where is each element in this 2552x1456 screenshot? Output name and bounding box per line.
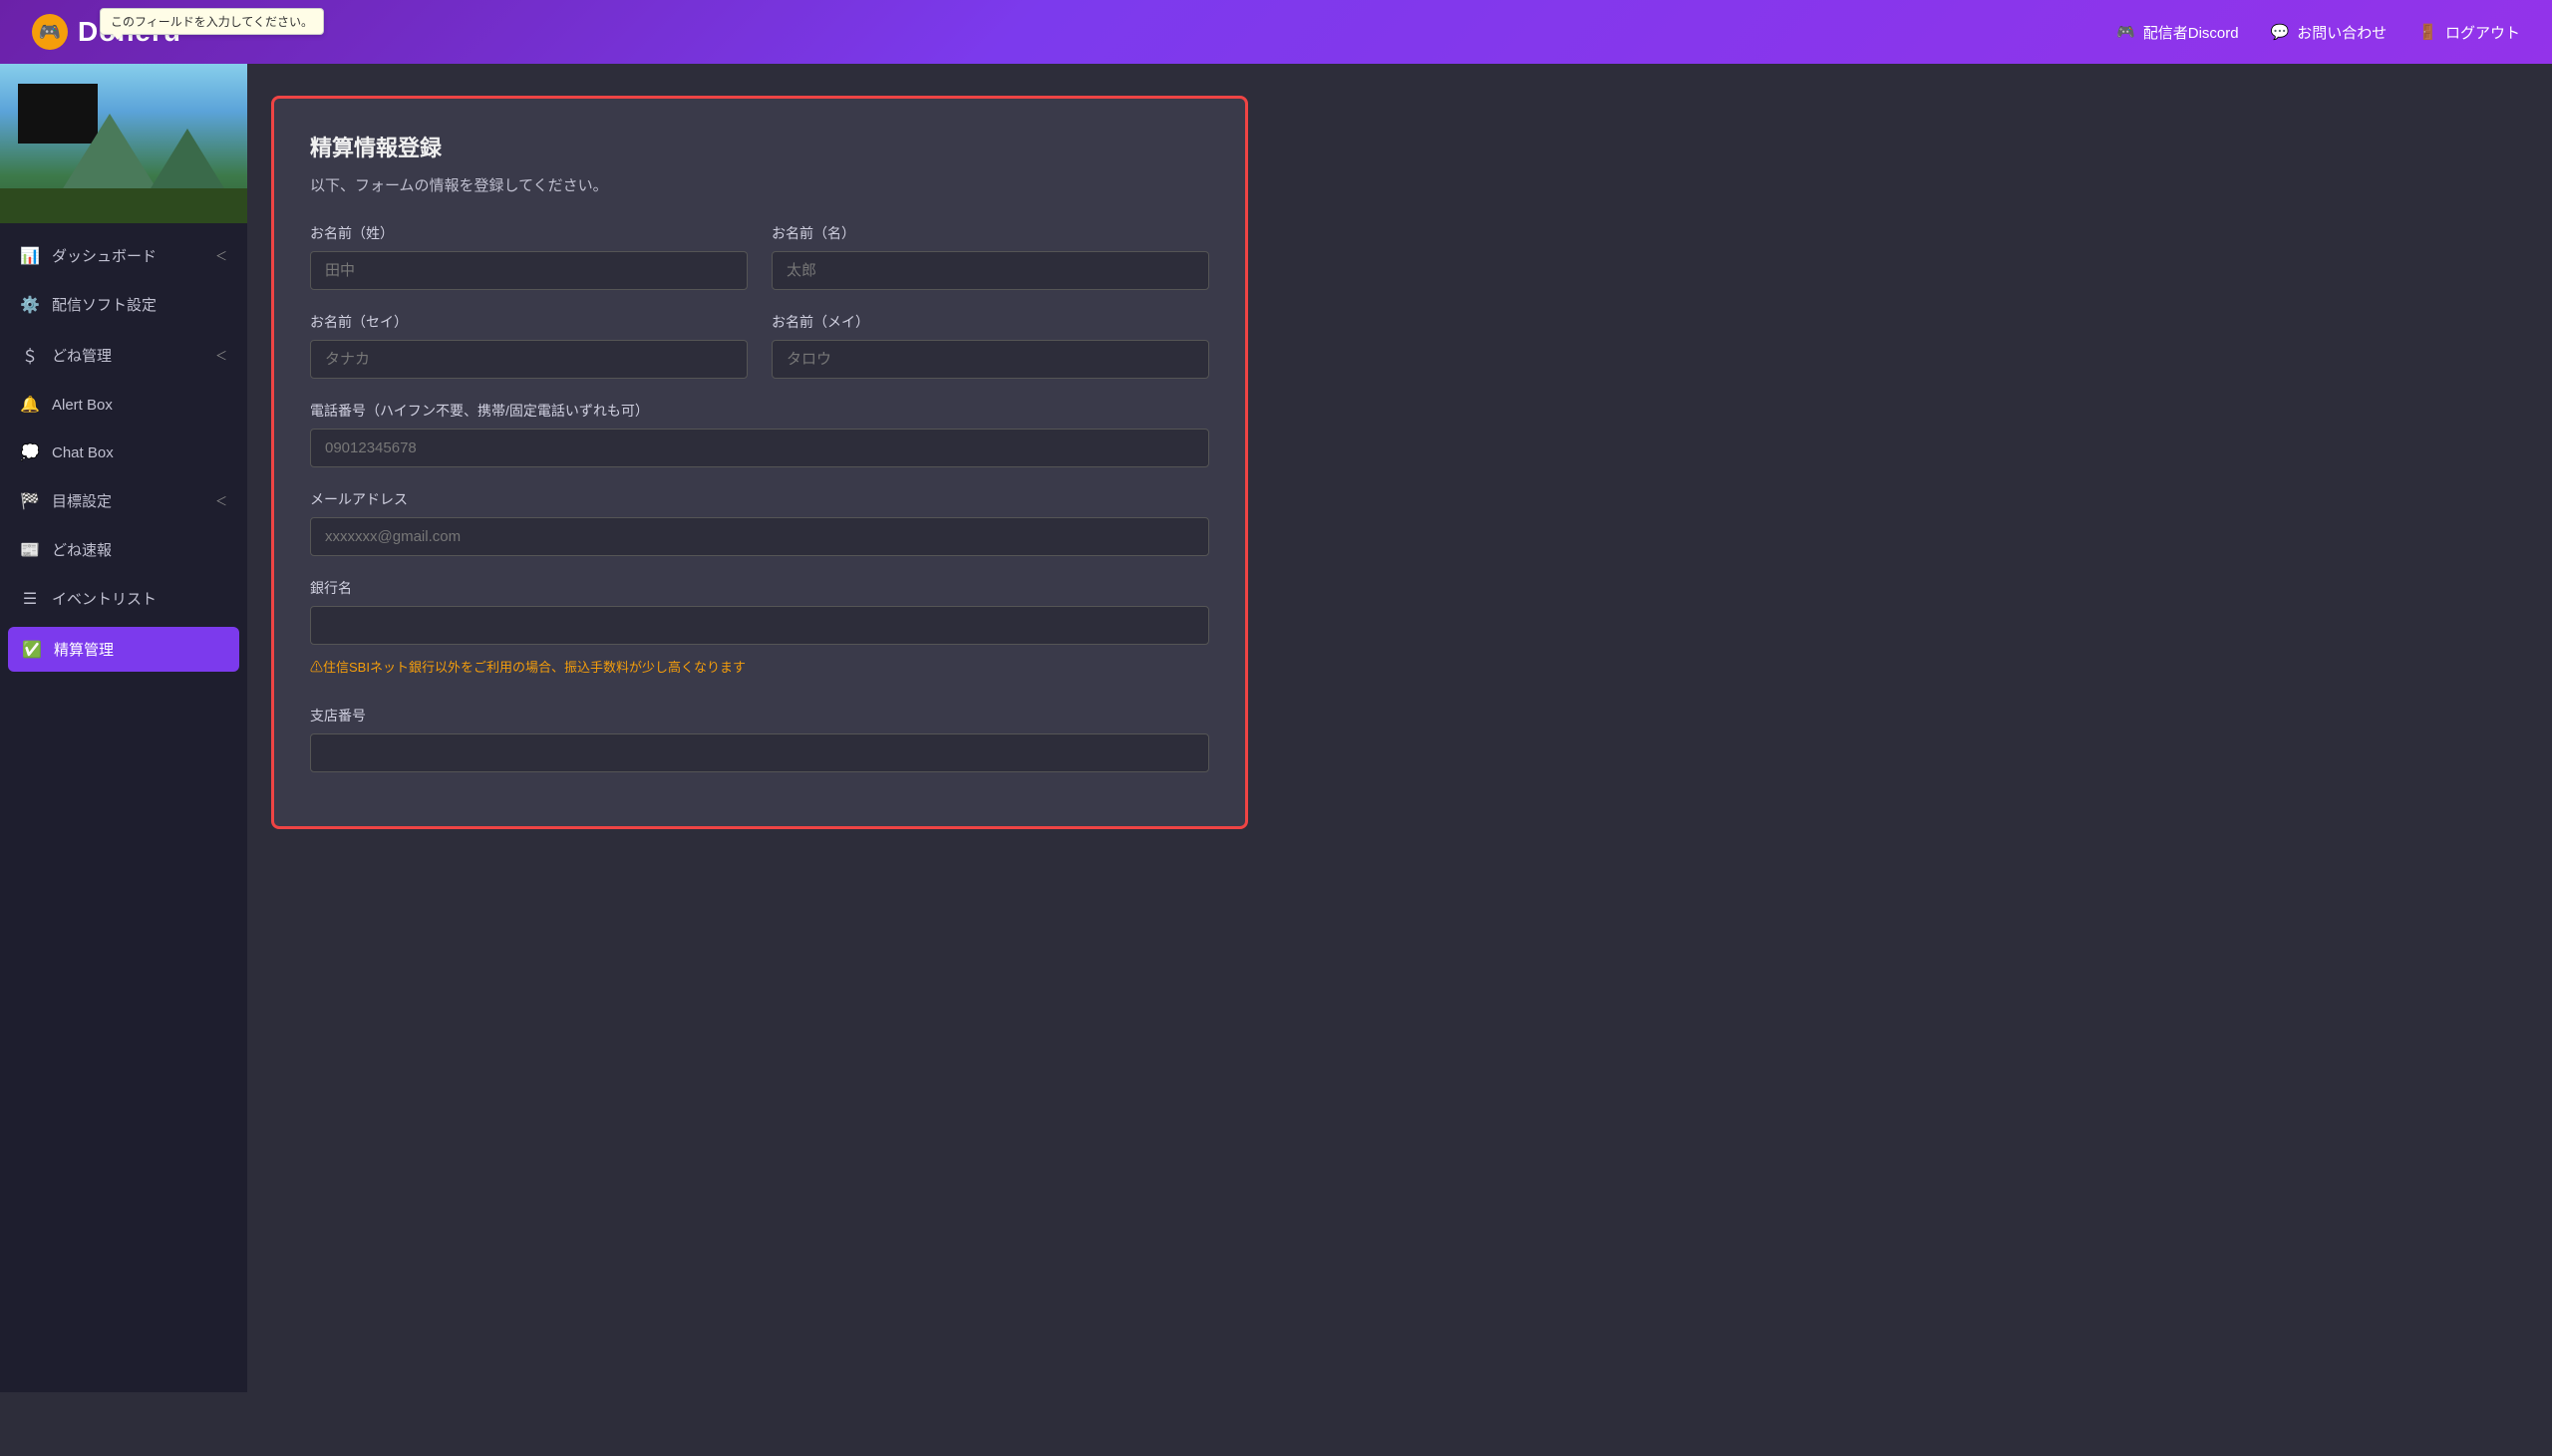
sidebar-item-dashboard[interactable]: 📊 ダッシュボード ＜ (0, 231, 247, 280)
alert-box-label: Alert Box (52, 397, 113, 414)
sidebar-item-payment-management[interactable]: ✅ 精算管理 (8, 627, 239, 672)
dashboard-chevron: ＜ (215, 247, 227, 264)
last-name-input[interactable] (310, 251, 748, 290)
form-panel: 精算情報登録 以下、フォームの情報を登録してください。 お名前（姓） お名前（名… (271, 96, 1248, 829)
sidebar-item-done-management[interactable]: ＄ どね管理 ＜ (0, 329, 247, 381)
goal-settings-label: 目標設定 (52, 490, 112, 511)
sidebar-item-done-news[interactable]: 📰 どね速報 (0, 525, 247, 574)
email-row: メールアドレス (310, 489, 1209, 556)
event-list-icon: ☰ (20, 589, 40, 609)
contact-icon: 💬 (2271, 23, 2290, 41)
branch-number-input[interactable] (310, 733, 1209, 772)
discord-icon: 🎮 (2116, 23, 2135, 41)
payment-management-label: 精算管理 (54, 639, 114, 660)
thumbnail-mountain-1 (60, 114, 160, 193)
sidebar-item-chat-box[interactable]: 💭 Chat Box (0, 429, 247, 476)
sidebar-item-event-list[interactable]: ☰ イベントリスト (0, 574, 247, 623)
stream-settings-label: 配信ソフト設定 (52, 294, 157, 315)
first-name-group: お名前（名） (772, 223, 1209, 290)
bank-name-group: 銀行名 ⚠住信SBIネット銀行以外をご利用の場合、振込手数料が少し高くなります (310, 578, 1209, 684)
email-input[interactable] (310, 517, 1209, 556)
thumbnail-ground (0, 188, 247, 223)
chat-box-label: Chat Box (52, 444, 114, 461)
phone-label: 電話番号（ハイフン不要、携帯/固定電話いずれも可） (310, 401, 1209, 421)
discord-link[interactable]: 🎮 配信者Discord (2116, 22, 2239, 43)
logout-icon: 🚪 (2418, 23, 2437, 41)
sidebar-item-stream-settings[interactable]: ⚙️ 配信ソフト設定 (0, 280, 247, 329)
branch-number-group: 支店番号 (310, 706, 1209, 772)
first-name-label: お名前（名） (772, 223, 1209, 243)
thumbnail-mountain-2 (148, 129, 227, 193)
last-name-kana-group: お名前（セイ） (310, 312, 748, 379)
stream-settings-icon: ⚙️ (20, 295, 40, 315)
sidebar: 📊 ダッシュボード ＜ ⚙️ 配信ソフト設定 ＄ どね管理 ＜ (0, 64, 247, 1392)
alert-box-icon: 🔔 (20, 395, 40, 415)
layout: 📊 ダッシュボード ＜ ⚙️ 配信ソフト設定 ＄ どね管理 ＜ (0, 64, 2552, 1392)
goal-settings-icon: 🏁 (20, 491, 40, 511)
form-title: 精算情報登録 (310, 131, 1209, 162)
bank-warning: ⚠住信SBIネット銀行以外をご利用の場合、振込手数料が少し高くなります (310, 657, 1209, 676)
event-list-label: イベントリスト (52, 588, 157, 609)
first-name-input[interactable] (772, 251, 1209, 290)
contact-label: お問い合わせ (2297, 22, 2387, 43)
sidebar-item-goal-settings[interactable]: 🏁 目標設定 ＜ (0, 476, 247, 525)
tooltip-box: このフィールドを入力してください。 (100, 8, 324, 35)
header: 🎮 Doneru 🎮 配信者Discord 💬 お問い合わせ 🚪 ログアウト (0, 0, 2552, 64)
main-content: 精算情報登録 以下、フォームの情報を登録してください。 お名前（姓） お名前（名… (247, 64, 2552, 1392)
bank-name-row: 銀行名 ⚠住信SBIネット銀行以外をご利用の場合、振込手数料が少し高くなります (310, 578, 1209, 684)
sidebar-nav: 📊 ダッシュボード ＜ ⚙️ 配信ソフト設定 ＄ どね管理 ＜ (0, 223, 247, 1392)
first-name-kana-label: お名前（メイ） (772, 312, 1209, 332)
last-name-label: お名前（姓） (310, 223, 748, 243)
dashboard-icon: 📊 (20, 246, 40, 266)
header-nav: 🎮 配信者Discord 💬 お問い合わせ 🚪 ログアウト (2116, 22, 2520, 43)
email-group: メールアドレス (310, 489, 1209, 556)
kana-name-row: お名前（セイ） お名前（メイ） (310, 312, 1209, 379)
last-name-group: お名前（姓） (310, 223, 748, 290)
branch-number-label: 支店番号 (310, 706, 1209, 726)
payment-management-icon: ✅ (22, 640, 42, 660)
chat-box-icon: 💭 (20, 442, 40, 462)
bank-name-input[interactable] (310, 606, 1209, 645)
first-name-kana-input[interactable] (772, 340, 1209, 379)
phone-group: 電話番号（ハイフン不要、携帯/固定電話いずれも可） (310, 401, 1209, 467)
first-name-kana-group: お名前（メイ） (772, 312, 1209, 379)
form-subtitle: 以下、フォームの情報を登録してください。 (310, 174, 1209, 195)
contact-link[interactable]: 💬 お問い合わせ (2271, 22, 2388, 43)
last-name-kana-input[interactable] (310, 340, 748, 379)
phone-row: 電話番号（ハイフン不要、携帯/固定電話いずれも可） (310, 401, 1209, 467)
bank-name-label: 銀行名 (310, 578, 1209, 598)
done-management-chevron: ＜ (215, 347, 227, 364)
discord-label: 配信者Discord (2143, 22, 2239, 43)
sidebar-item-alert-box[interactable]: 🔔 Alert Box (0, 381, 247, 429)
branch-number-row: 支店番号 (310, 706, 1209, 772)
done-news-label: どね速報 (52, 539, 112, 560)
dashboard-label: ダッシュボード (52, 245, 157, 266)
done-management-icon: ＄ (20, 343, 40, 367)
phone-input[interactable] (310, 429, 1209, 467)
logout-link[interactable]: 🚪 ログアウト (2418, 22, 2520, 43)
name-row: お名前（姓） お名前（名） (310, 223, 1209, 290)
logo-icon: 🎮 (32, 14, 68, 50)
logout-label: ログアウト (2445, 22, 2520, 43)
goal-settings-chevron: ＜ (215, 492, 227, 509)
done-management-label: どね管理 (52, 345, 112, 366)
done-news-icon: 📰 (20, 540, 40, 560)
stream-thumbnail (0, 64, 247, 223)
last-name-kana-label: お名前（セイ） (310, 312, 748, 332)
email-label: メールアドレス (310, 489, 1209, 509)
